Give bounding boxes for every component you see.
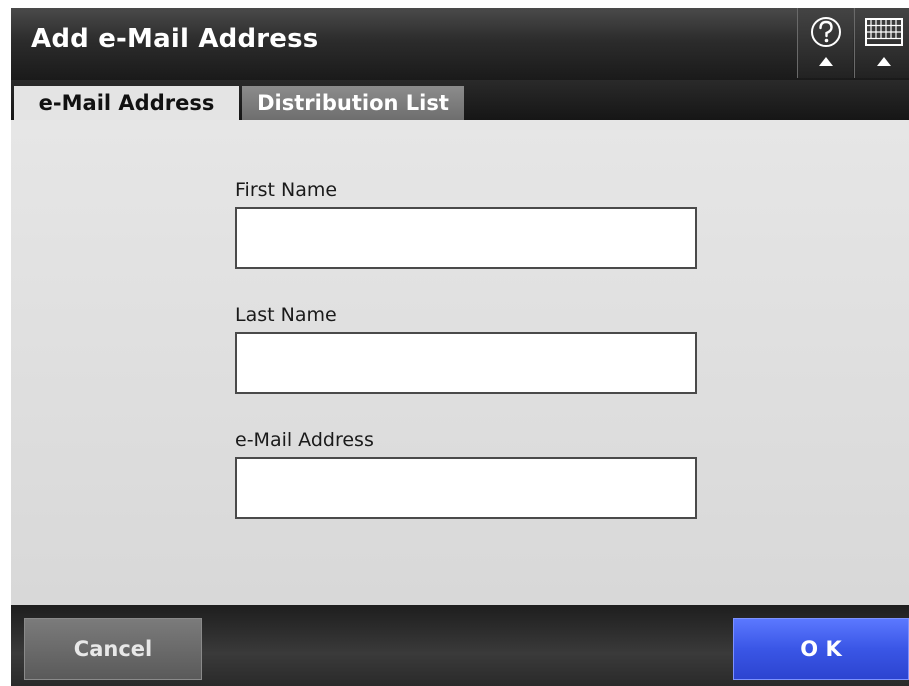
last-name-field[interactable] (235, 332, 697, 394)
form-panel: First Name Last Name e-Mail Address (11, 120, 909, 605)
title-bar: Add e-Mail Address (11, 8, 909, 80)
first-name-field[interactable] (235, 207, 697, 269)
tab-distribution-list[interactable]: Distribution List (242, 86, 464, 120)
first-name-label: First Name (235, 179, 338, 201)
help-button[interactable] (797, 8, 853, 78)
dialog-title: Add e-Mail Address (31, 24, 319, 54)
cancel-button[interactable]: Cancel (24, 618, 202, 680)
dialog-window: Add e-Mail Address e-Mail Address Distri… (11, 8, 909, 686)
last-name-label: Last Name (235, 304, 337, 326)
tab-email-address[interactable]: e-Mail Address (14, 86, 239, 120)
email-label: e-Mail Address (235, 429, 374, 451)
ok-button[interactable]: O K (733, 618, 909, 680)
help-question-icon (811, 17, 841, 66)
email-field[interactable] (235, 457, 697, 519)
keyboard-icon (865, 18, 903, 66)
keyboard-button[interactable] (854, 8, 909, 78)
